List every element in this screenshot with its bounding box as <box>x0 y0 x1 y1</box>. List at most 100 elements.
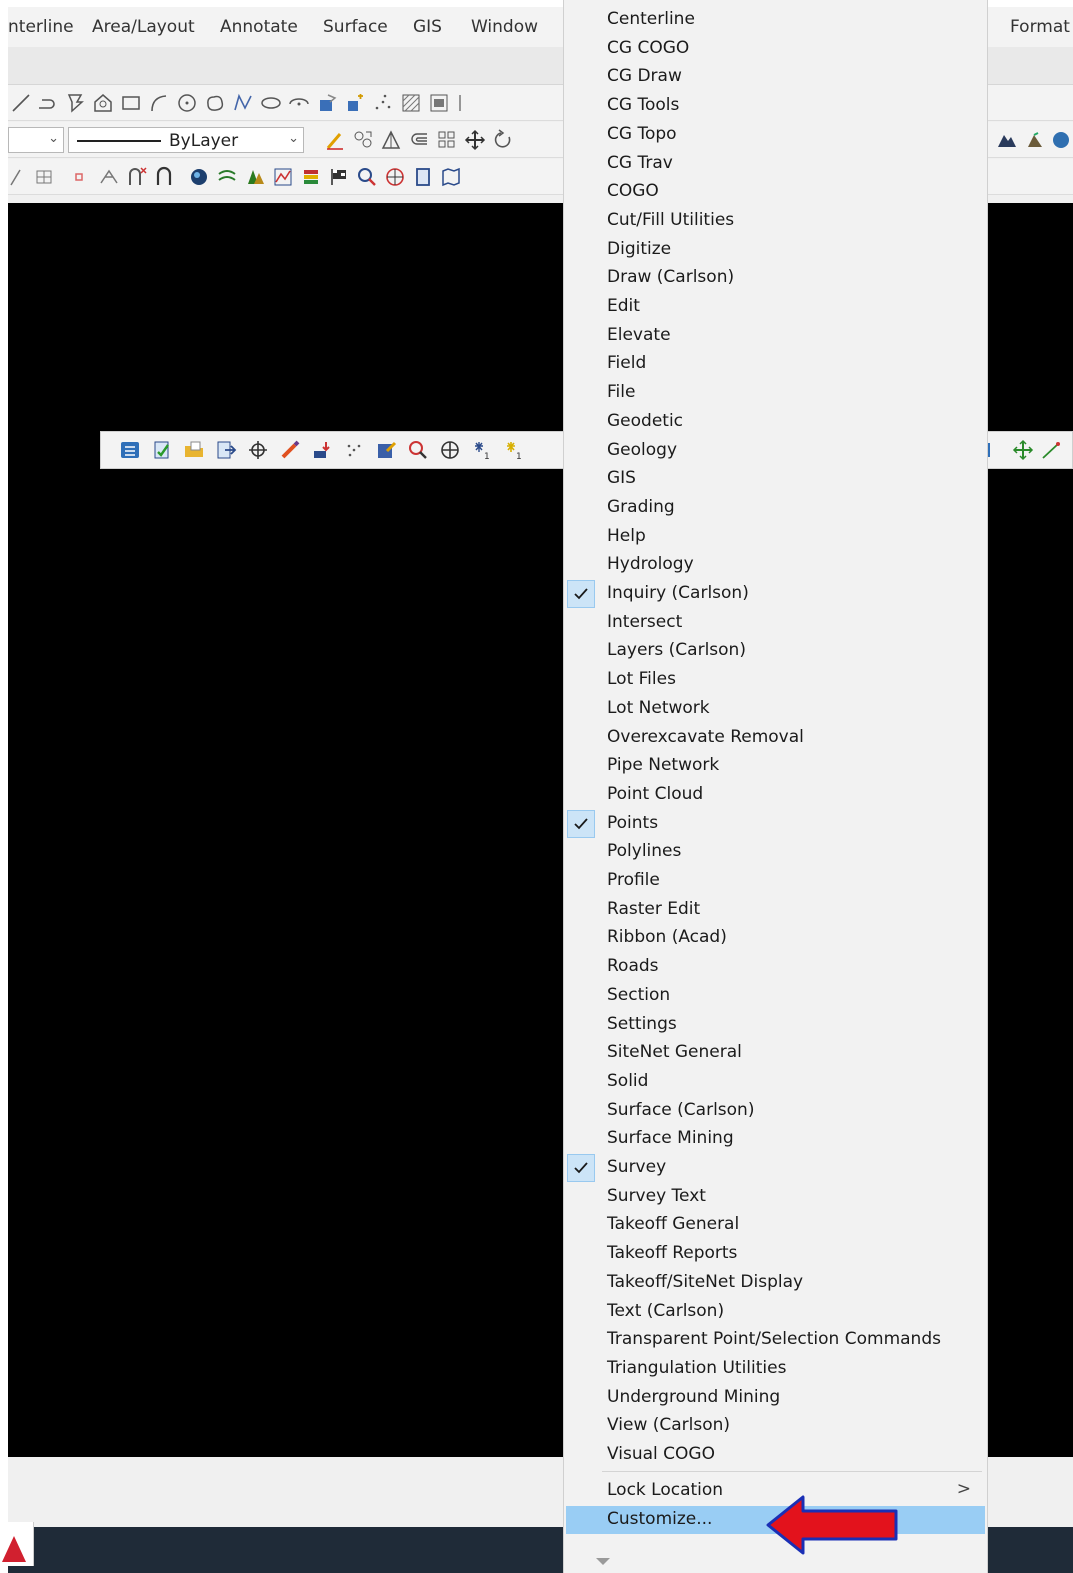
menu-item-survey[interactable]: Survey <box>566 1154 985 1182</box>
edit-attributes-icon[interactable] <box>375 439 397 461</box>
map-icon[interactable] <box>440 166 462 188</box>
menu-item-centerline[interactable]: Centerline <box>566 6 985 34</box>
crosshair-icon[interactable] <box>247 439 269 461</box>
slash-icon[interactable] <box>8 166 30 188</box>
menu-item-cg-tools[interactable]: CG Tools <box>566 92 985 120</box>
menu-item-transparent-point-selection-commands[interactable]: Transparent Point/Selection Commands <box>566 1326 985 1354</box>
menu-item-intersect[interactable]: Intersect <box>566 609 985 637</box>
menu-item-points[interactable]: Points <box>566 810 985 838</box>
target-icon[interactable] <box>439 439 461 461</box>
ellipse-icon[interactable] <box>260 92 282 114</box>
spline-icon[interactable] <box>232 92 254 114</box>
menu-item-polylines[interactable]: Polylines <box>566 838 985 866</box>
linetype-combo[interactable]: ByLayer ⌄ <box>68 127 304 153</box>
menu-item-takeoff-reports[interactable]: Takeoff Reports <box>566 1240 985 1268</box>
open-file-icon[interactable] <box>183 439 205 461</box>
menu-item-edit[interactable]: Edit <box>566 293 985 321</box>
menu-item-pipe-network[interactable]: Pipe Network <box>566 752 985 780</box>
menu-item-gis[interactable]: GIS <box>566 465 985 493</box>
rectangle-icon[interactable] <box>120 92 142 114</box>
group-icon[interactable] <box>352 129 374 151</box>
rotate-icon[interactable] <box>492 129 514 151</box>
menu-item-cg-cogo[interactable]: CG COGO <box>566 35 985 63</box>
fence-icon[interactable] <box>98 166 120 188</box>
menu-surface[interactable]: Surface <box>323 17 388 37</box>
menu-item-triangulation-utilities[interactable]: Triangulation Utilities <box>566 1355 985 1383</box>
array-icon[interactable] <box>436 129 458 151</box>
zoom-target-icon[interactable] <box>407 439 429 461</box>
mountain-icon[interactable] <box>996 129 1018 151</box>
menu-item-raster-edit[interactable]: Raster Edit <box>566 896 985 924</box>
hatch-icon[interactable] <box>400 92 422 114</box>
curb-x-icon[interactable] <box>126 166 148 188</box>
contour-icon[interactable] <box>216 166 238 188</box>
circle-icon[interactable] <box>176 92 198 114</box>
insert-block-icon[interactable] <box>316 92 338 114</box>
menu-item-ribbon-acad[interactable]: Ribbon (Acad) <box>566 924 985 952</box>
menu-item-digitize[interactable]: Digitize <box>566 236 985 264</box>
point-number-icon[interactable]: 1 <box>473 439 495 461</box>
menu-item-takeoff-sitenet-display[interactable]: Takeoff/SiteNet Display <box>566 1269 985 1297</box>
menu-window[interactable]: Window <box>471 17 538 37</box>
app-logo[interactable] <box>0 1522 34 1566</box>
menu-centerline[interactable]: nterline <box>8 17 74 37</box>
scroll-down-arrow-icon[interactable] <box>596 1558 610 1565</box>
offset-icon[interactable] <box>408 129 430 151</box>
menu-item-view-carlson[interactable]: View (Carlson) <box>566 1412 985 1440</box>
more-tools-icon[interactable] <box>456 92 478 114</box>
menu-item-profile[interactable]: Profile <box>566 867 985 895</box>
menu-item-cg-topo[interactable]: CG Topo <box>566 121 985 149</box>
revision-cloud-icon[interactable] <box>204 92 226 114</box>
menu-gis[interactable]: GIS <box>413 17 442 37</box>
point-number-yellow-icon[interactable]: 1 <box>505 439 527 461</box>
import-icon[interactable] <box>311 439 333 461</box>
layer-stack-icon[interactable] <box>300 166 322 188</box>
curb-icon[interactable] <box>154 166 176 188</box>
menu-item-underground-mining[interactable]: Underground Mining <box>566 1384 985 1412</box>
move-icon[interactable] <box>464 129 486 151</box>
globe-icon[interactable] <box>1050 129 1072 151</box>
menu-item-file[interactable]: File <box>566 379 985 407</box>
menu-item-surface-mining[interactable]: Surface Mining <box>566 1125 985 1153</box>
menu-item-cg-draw[interactable]: CG Draw <box>566 63 985 91</box>
menu-item-overexcavate-removal[interactable]: Overexcavate Removal <box>566 724 985 752</box>
edit-points-icon[interactable] <box>151 439 173 461</box>
document-icon[interactable] <box>412 166 434 188</box>
export-icon[interactable] <box>215 439 237 461</box>
menu-item-roads[interactable]: Roads <box>566 953 985 981</box>
menu-item-geodetic[interactable]: Geodetic <box>566 408 985 436</box>
point-grid-icon[interactable] <box>343 439 365 461</box>
profile-chart-icon[interactable] <box>272 166 294 188</box>
move-green-icon[interactable] <box>1012 439 1034 461</box>
menu-item-lot-files[interactable]: Lot Files <box>566 666 985 694</box>
match-properties-icon[interactable] <box>324 129 346 151</box>
line-draw-icon[interactable] <box>1040 439 1062 461</box>
menu-item-draw-carlson[interactable]: Draw (Carlson) <box>566 264 985 292</box>
menu-item-surface-carlson[interactable]: Surface (Carlson) <box>566 1097 985 1125</box>
menu-item-geology[interactable]: Geology <box>566 437 985 465</box>
menu-item-visual-cogo[interactable]: Visual COGO <box>566 1441 985 1469</box>
menu-item-takeoff-general[interactable]: Takeoff General <box>566 1211 985 1239</box>
flag-icon[interactable] <box>328 166 350 188</box>
arc-icon[interactable] <box>148 92 170 114</box>
ellipse-arc-icon[interactable] <box>288 92 310 114</box>
house-shape-icon[interactable] <box>92 92 114 114</box>
menu-item-solid[interactable]: Solid <box>566 1068 985 1096</box>
menu-item-survey-text[interactable]: Survey Text <box>566 1183 985 1211</box>
trees-icon[interactable] <box>244 166 266 188</box>
point-list-icon[interactable] <box>119 439 141 461</box>
menu-item-settings[interactable]: Settings <box>566 1011 985 1039</box>
pencil-icon[interactable] <box>279 439 301 461</box>
menu-item-field[interactable]: Field <box>566 350 985 378</box>
table-tool-icon[interactable] <box>34 166 56 188</box>
menu-item-hydrology[interactable]: Hydrology <box>566 551 985 579</box>
menu-item-section[interactable]: Section <box>566 982 985 1010</box>
locate-point-icon[interactable] <box>384 166 406 188</box>
menu-item-grading[interactable]: Grading <box>566 494 985 522</box>
mirror-icon[interactable] <box>380 129 402 151</box>
menu-format[interactable]: Format <box>1010 17 1070 37</box>
menu-item-point-cloud[interactable]: Point Cloud <box>566 781 985 809</box>
menu-item-inquiry-carlson[interactable]: Inquiry (Carlson) <box>566 580 985 608</box>
menu-item-lot-network[interactable]: Lot Network <box>566 695 985 723</box>
make-block-icon[interactable] <box>344 92 366 114</box>
